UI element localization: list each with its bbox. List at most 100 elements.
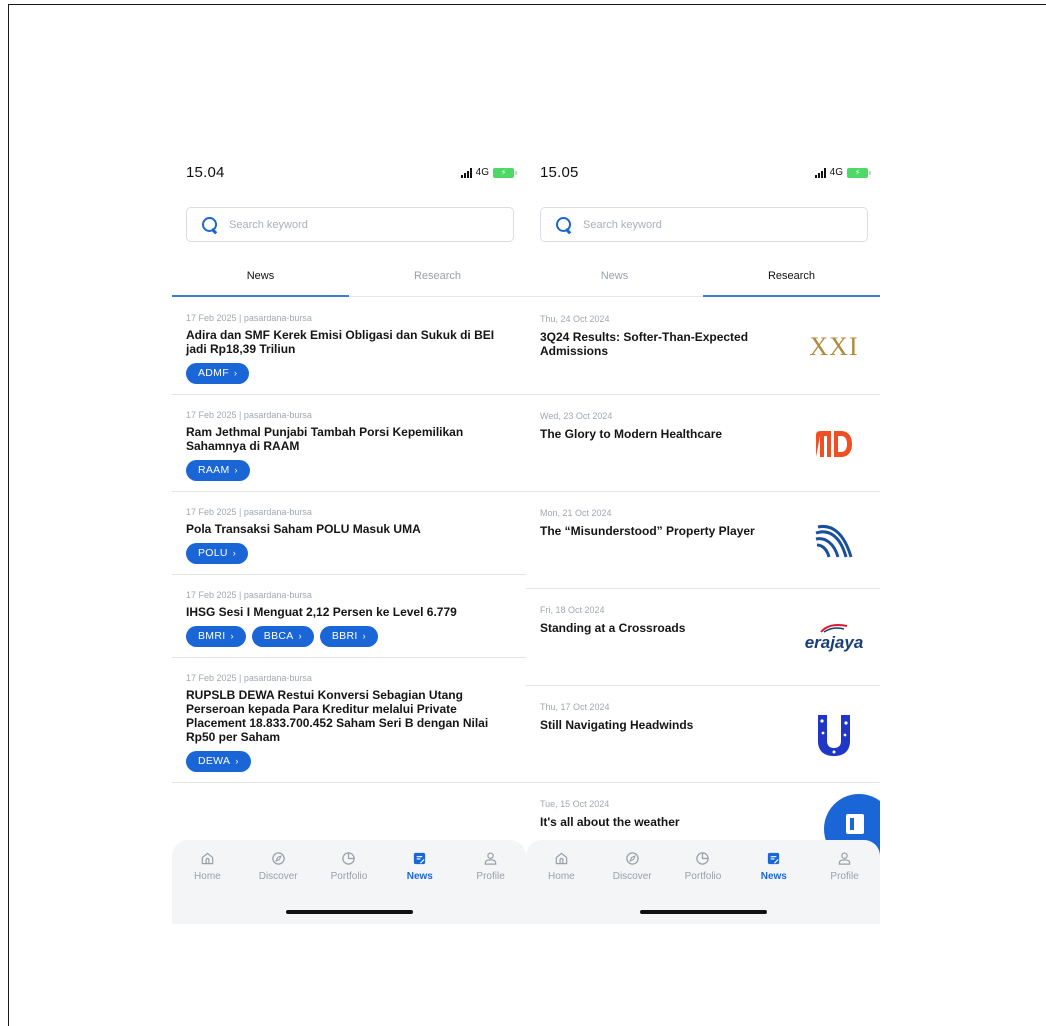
chevron-right-icon: › (234, 465, 238, 475)
pie-chart-icon (695, 850, 711, 866)
news-source: pasardana-bursa (243, 410, 312, 420)
chevron-right-icon: › (232, 548, 237, 558)
search-bar[interactable] (186, 207, 514, 242)
news-item[interactable]: 17 Feb 2025 | pasardana-bursa IHSG Sesi … (172, 575, 526, 658)
ticker-chip-bbca[interactable]: BBCA › (251, 626, 314, 647)
network-label: 4G (829, 167, 843, 178)
news-source: pasardana-bursa (243, 313, 312, 323)
news-date: 17 Feb 2025 (186, 507, 237, 517)
news-source: pasardana-bursa (243, 673, 312, 683)
research-item[interactable]: Fri, 18 Oct 2024 Standing at a Crossroad… (526, 589, 880, 686)
home-indicator[interactable] (286, 910, 413, 914)
status-time: 15.04 (186, 164, 225, 181)
nav-label: Profile (830, 871, 859, 882)
signal-icon (460, 167, 472, 178)
nav-news[interactable]: News (384, 850, 455, 882)
news-title: Ram Jethmal Punjabi Tambah Porsi Kepemil… (186, 425, 464, 453)
tab-bar: News Research (172, 268, 526, 297)
search-icon (555, 216, 573, 234)
status-time: 15.05 (540, 164, 579, 181)
news-item[interactable]: 17 Feb 2025 | pasardana-bursa Ram Jethma… (172, 395, 526, 492)
search-input[interactable] (229, 218, 469, 231)
home-indicator[interactable] (640, 910, 767, 914)
nav-discover[interactable]: Discover (597, 850, 668, 882)
chevron-right-icon: › (235, 756, 239, 766)
company-logo-erajaya: erajaya (804, 615, 864, 661)
research-date: Thu, 17 Oct 2024 (540, 702, 610, 712)
compass-icon (624, 850, 640, 866)
chevron-right-icon: › (233, 368, 238, 378)
research-date: Wed, 23 Oct 2024 (540, 411, 613, 421)
research-item[interactable]: Thu, 24 Oct 2024 3Q24 Results: Softer-Th… (526, 298, 880, 395)
nav-label: Home (548, 871, 575, 882)
chevron-right-icon: › (230, 631, 234, 641)
tab-research[interactable]: Research (703, 268, 880, 297)
tab-news[interactable]: News (172, 268, 349, 297)
news-item[interactable]: 17 Feb 2025 | pasardana-bursa Pola Trans… (172, 492, 526, 575)
tab-news[interactable]: News (526, 268, 703, 296)
research-title: The Glory to Modern Healthcare (540, 427, 723, 441)
tab-research[interactable]: Research (349, 268, 526, 296)
nav-portfolio[interactable]: Portfolio (314, 850, 385, 882)
ticker-chip-bbri[interactable]: BBRI › (319, 626, 378, 647)
research-date: Tue, 15 Oct 2024 (540, 799, 610, 809)
news-source: pasardana-bursa (243, 590, 312, 600)
nav-label: Discover (612, 871, 652, 882)
signal-icon (814, 167, 826, 178)
pie-chart-icon (341, 850, 357, 866)
ticker-chip-admf[interactable]: ADMF › (186, 363, 250, 384)
nav-news[interactable]: News (738, 850, 809, 882)
news-date: 17 Feb 2025 (186, 673, 237, 683)
company-logo-md (804, 421, 864, 467)
research-title: The “Misunderstood” Property Player (540, 524, 755, 538)
company-logo-stripes (804, 518, 864, 564)
news-list: 17 Feb 2025 | pasardana-bursa Adira dan … (172, 298, 526, 838)
news-title: IHSG Sesi I Menguat 2,12 Persen ke Level… (186, 605, 457, 619)
search-bar[interactable] (540, 207, 868, 242)
search-input[interactable] (583, 218, 823, 231)
research-item[interactable]: Mon, 21 Oct 2024 The “Misunderstood” Pro… (526, 492, 880, 589)
research-item[interactable]: Wed, 23 Oct 2024 The Glory to Modern Hea… (526, 395, 880, 492)
network-label: 4G (475, 167, 489, 178)
status-bar: 15.04 4G ⚡ (172, 150, 526, 194)
research-list: Thu, 24 Oct 2024 3Q24 Results: Softer-Th… (526, 298, 880, 838)
news-date: 17 Feb 2025 (186, 313, 237, 323)
compass-icon (270, 850, 286, 866)
company-logo-unilever (804, 712, 864, 758)
nav-profile[interactable]: Profile (455, 850, 526, 882)
ticker-chip-polu[interactable]: POLU › (186, 543, 249, 564)
search-icon (201, 216, 219, 234)
news-icon (412, 850, 428, 866)
bottom-nav: Home Discover Portfolio News Profile (526, 840, 880, 924)
company-logo-xxi: XXI (809, 332, 859, 361)
news-item[interactable]: 17 Feb 2025 | pasardana-bursa Adira dan … (172, 298, 526, 395)
news-date: 17 Feb 2025 (186, 410, 237, 420)
ticker-chip-bmri[interactable]: BMRI › (186, 626, 246, 647)
research-title: Still Navigating Headwinds (540, 718, 694, 732)
status-bar: 15.05 4G ⚡ (526, 150, 880, 194)
phone-news-screen: 15.04 4G ⚡ News Research 17 Feb 2025 | p… (172, 150, 526, 924)
nav-label: Discover (258, 871, 298, 882)
phone-research-screen: 15.05 4G ⚡ News Research Thu, 24 Oct 202… (526, 150, 880, 924)
nav-home[interactable]: Home (172, 850, 243, 882)
nav-portfolio[interactable]: Portfolio (668, 850, 739, 882)
research-title: Standing at a Crossroads (540, 621, 686, 635)
research-title: 3Q24 Results: Softer-Than-Expected Admis… (540, 330, 749, 358)
chevron-right-icon: › (362, 631, 366, 641)
news-source: pasardana-bursa (243, 507, 312, 517)
research-item[interactable]: Thu, 17 Oct 2024 Still Navigating Headwi… (526, 686, 880, 783)
profile-icon (483, 850, 499, 866)
nav-profile[interactable]: Profile (809, 850, 880, 882)
news-item[interactable]: 17 Feb 2025 | pasardana-bursa RUPSLB DEW… (172, 658, 526, 783)
home-icon (199, 850, 215, 866)
research-title: It's all about the weather (540, 815, 680, 829)
ticker-chip-raam[interactable]: RAAM › (186, 460, 250, 481)
nav-label: Home (194, 871, 221, 882)
building-icon (846, 814, 864, 834)
research-date: Fri, 18 Oct 2024 (540, 605, 605, 615)
research-date: Mon, 21 Oct 2024 (540, 508, 612, 518)
nav-home[interactable]: Home (526, 850, 597, 882)
ticker-chip-dewa[interactable]: DEWA › (186, 751, 251, 772)
nav-discover[interactable]: Discover (243, 850, 314, 882)
news-icon (766, 850, 782, 866)
